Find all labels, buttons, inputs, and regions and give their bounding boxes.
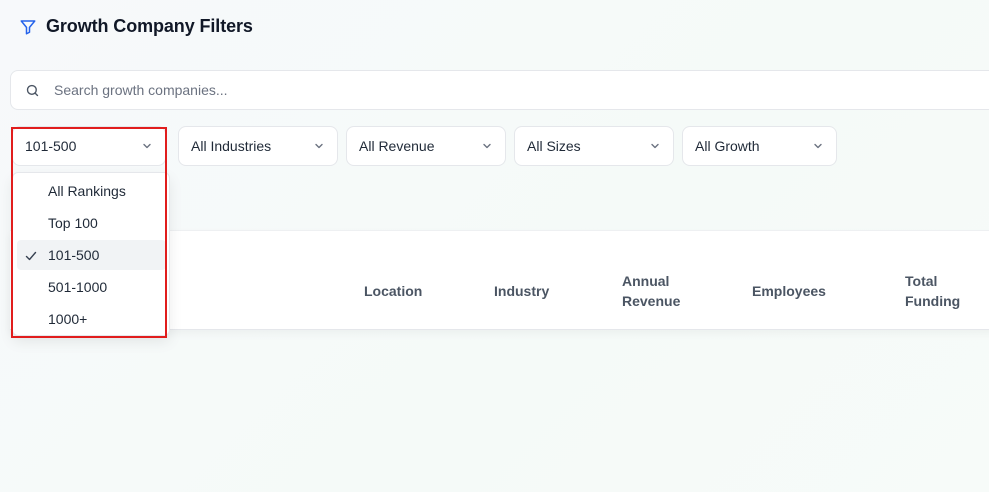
column-header-annual-revenue-line1: Annual [622, 273, 670, 289]
chevron-down-icon [812, 140, 824, 152]
growth-select-value: All Growth [695, 138, 760, 154]
search-icon [24, 82, 40, 98]
ranking-select-value: 101-500 [25, 138, 77, 154]
column-header-total-funding-line2: Funding [905, 293, 961, 309]
column-header-location[interactable]: Location [364, 281, 422, 301]
column-header-annual-revenue-line2: Revenue [622, 293, 681, 309]
ranking-option[interactable]: Top 100 [17, 208, 166, 238]
ranking-option[interactable]: 501-1000 [17, 272, 166, 302]
column-header-total-funding[interactable]: Total Funding [905, 271, 960, 311]
search-input[interactable] [54, 82, 654, 98]
industry-select-value: All Industries [191, 138, 272, 154]
page: Growth Company Filters 101-500 All Indus… [0, 0, 989, 492]
check-icon [25, 249, 37, 261]
column-header-industry[interactable]: Industry [494, 281, 549, 301]
ranking-option-label: 1000+ [48, 311, 88, 327]
revenue-select-value: All Revenue [359, 138, 435, 154]
chevron-down-icon [481, 140, 493, 152]
ranking-option-label: 101-500 [48, 247, 100, 263]
column-header-employees[interactable]: Employees [752, 281, 826, 301]
revenue-select[interactable]: All Revenue [346, 126, 506, 166]
ranking-option-label: 501-1000 [48, 279, 108, 295]
search-bar[interactable] [10, 70, 989, 110]
chevron-down-icon [141, 140, 153, 152]
ranking-option-label: All Rankings [48, 183, 126, 199]
chevron-down-icon [649, 140, 661, 152]
page-title: Growth Company Filters [46, 16, 253, 36]
ranking-select[interactable]: 101-500 [12, 126, 166, 166]
growth-select[interactable]: All Growth [682, 126, 837, 166]
ranking-option-selected[interactable]: 101-500 [17, 240, 166, 270]
ranking-dropdown-menu: All Rankings Top 100 101-500 501-1000 10… [12, 172, 170, 336]
ranking-option[interactable]: All Rankings [17, 176, 166, 206]
page-header: Growth Company Filters [18, 16, 253, 37]
size-select[interactable]: All Sizes [514, 126, 674, 166]
ranking-option[interactable]: 1000+ [17, 304, 166, 334]
size-select-value: All Sizes [527, 138, 581, 154]
ranking-option-label: Top 100 [48, 215, 98, 231]
column-header-total-funding-line1: Total [905, 273, 938, 289]
industry-select[interactable]: All Industries [178, 126, 338, 166]
column-header-annual-revenue[interactable]: Annual Revenue [622, 271, 680, 311]
chevron-down-icon [313, 140, 325, 152]
filter-icon [18, 17, 38, 37]
